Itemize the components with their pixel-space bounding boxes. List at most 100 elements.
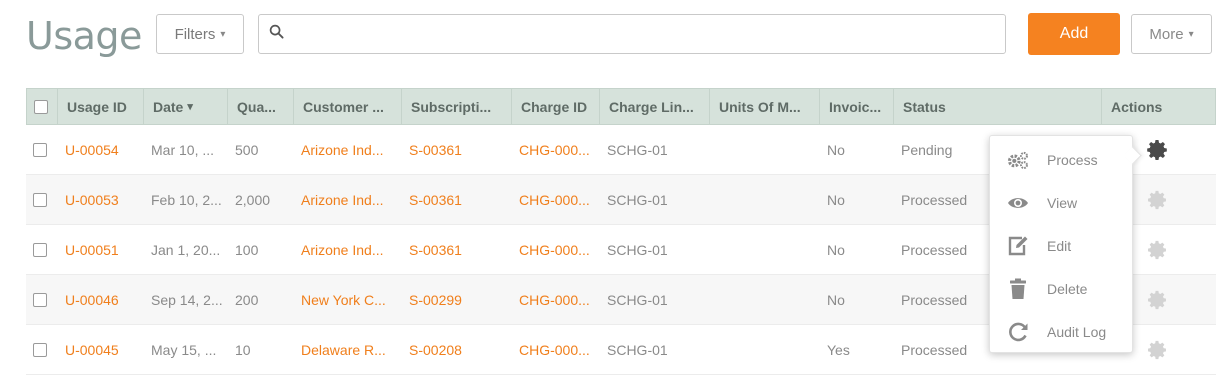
customer-link[interactable]: Arizone Ind...: [292, 175, 400, 224]
charge-line-cell: SCHG-01: [607, 241, 668, 258]
column-header-date-label: Date: [153, 98, 184, 115]
menu-item-audit-log[interactable]: Audit Log: [990, 310, 1134, 353]
charge-line-cell: SCHG-01: [607, 141, 668, 158]
usage-id-link[interactable]: U-00046: [56, 275, 142, 324]
row-checkbox[interactable]: [33, 142, 47, 157]
date-cell: May 15, ...: [151, 341, 217, 358]
toolbar: Usage Filters ▾ Add More ▾: [0, 0, 1230, 70]
subscription-link[interactable]: S-00361: [400, 125, 510, 174]
edit-icon: [1006, 234, 1030, 258]
charge-id-link[interactable]: CHG-000...: [510, 125, 598, 174]
column-header-units[interactable]: Units Of M...: [709, 89, 819, 124]
menu-item-label: Process: [1047, 151, 1098, 168]
add-button[interactable]: Add: [1028, 13, 1120, 55]
usage-id-link[interactable]: U-00053: [56, 175, 142, 224]
row-checkbox-cell[interactable]: [26, 225, 56, 274]
checkbox[interactable]: [34, 99, 48, 114]
menu-item-label: Delete: [1047, 280, 1088, 297]
column-header-status[interactable]: Status: [893, 89, 1101, 124]
invoiced-cell: No: [827, 291, 845, 308]
column-header-customer[interactable]: Customer ...: [293, 89, 401, 124]
quantity-cell: 100: [235, 241, 259, 258]
charge-id-link[interactable]: CHG-000...: [510, 275, 598, 324]
menu-item-edit[interactable]: Edit: [990, 224, 1134, 267]
column-header-actions: Actions: [1101, 89, 1215, 124]
page-title: Usage: [26, 14, 142, 58]
column-header-invoiced[interactable]: Invoic...: [819, 89, 893, 124]
column-header-charge-line[interactable]: Charge Lin...: [599, 89, 709, 124]
invoiced-cell: No: [827, 141, 845, 158]
history-icon: [1006, 320, 1030, 344]
invoiced-cell: Yes: [827, 341, 850, 358]
date-cell: Feb 10, 2...: [151, 191, 222, 208]
quantity-cell: 200: [235, 291, 259, 308]
row-checkbox[interactable]: [33, 342, 47, 357]
invoiced-cell: No: [827, 191, 845, 208]
select-all-checkbox[interactable]: [27, 89, 57, 124]
row-actions-gear-icon[interactable]: [1140, 225, 1174, 274]
eye-icon: [1006, 191, 1030, 215]
subscription-link[interactable]: S-00208: [400, 325, 510, 374]
row-actions-gear-icon[interactable]: [1140, 125, 1174, 174]
units-cell: [708, 275, 818, 324]
table-header: Usage ID Date ▾ Qua... Customer ... Subs…: [26, 88, 1216, 125]
filters-label: Filters: [174, 25, 216, 43]
row-actions-gear-icon[interactable]: [1140, 275, 1174, 324]
menu-item-label: View: [1047, 194, 1078, 211]
row-checkbox-cell[interactable]: [26, 175, 56, 224]
usage-id-link[interactable]: U-00051: [56, 225, 142, 274]
trash-icon: [1006, 277, 1030, 301]
menu-item-label: Audit Log: [1047, 323, 1107, 340]
customer-link[interactable]: Delaware R...: [292, 325, 400, 374]
subscription-link[interactable]: S-00361: [400, 175, 510, 224]
units-cell: [708, 175, 818, 224]
subscription-link[interactable]: S-00361: [400, 225, 510, 274]
row-actions-menu: Process View Edit Delete Audit Log: [989, 135, 1133, 353]
row-checkbox[interactable]: [33, 292, 47, 307]
column-header-subscription[interactable]: Subscripti...: [401, 89, 511, 124]
menu-item-view[interactable]: View: [990, 181, 1134, 224]
search-box[interactable]: [258, 14, 1006, 54]
caret-down-icon: ▾: [1188, 28, 1194, 40]
menu-item-delete[interactable]: Delete: [990, 267, 1134, 310]
date-cell: Jan 1, 20...: [151, 241, 221, 258]
charge-id-link[interactable]: CHG-000...: [510, 175, 598, 224]
search-input[interactable]: [292, 16, 1005, 52]
row-actions-gear-icon[interactable]: [1140, 325, 1174, 374]
row-checkbox-cell[interactable]: [26, 125, 56, 174]
date-cell: Mar 10, ...: [151, 141, 215, 158]
column-header-quantity[interactable]: Qua...: [227, 89, 293, 124]
filters-button[interactable]: Filters ▾: [156, 14, 244, 54]
charge-id-link[interactable]: CHG-000...: [510, 325, 598, 374]
row-checkbox[interactable]: [33, 242, 47, 257]
usage-id-link[interactable]: U-00045: [56, 325, 142, 374]
sort-desc-icon: ▾: [187, 101, 193, 113]
more-button[interactable]: More ▾: [1131, 14, 1212, 54]
charge-id-link[interactable]: CHG-000...: [510, 225, 598, 274]
row-actions-gear-icon[interactable]: [1140, 175, 1174, 224]
units-cell: [708, 325, 818, 374]
row-checkbox-cell[interactable]: [26, 275, 56, 324]
charge-line-cell: SCHG-01: [607, 191, 668, 208]
menu-item-process[interactable]: Process: [990, 138, 1134, 181]
quantity-cell: 10: [235, 341, 251, 358]
search-icon: [269, 24, 284, 44]
charge-line-cell: SCHG-01: [607, 291, 668, 308]
column-header-date[interactable]: Date ▾: [143, 89, 227, 124]
invoiced-cell: No: [827, 241, 845, 258]
customer-link[interactable]: Arizone Ind...: [292, 225, 400, 274]
usage-id-link[interactable]: U-00054: [56, 125, 142, 174]
column-header-usage-id[interactable]: Usage ID: [57, 89, 143, 124]
caret-down-icon: ▾: [220, 28, 226, 40]
column-header-charge-id[interactable]: Charge ID: [511, 89, 599, 124]
units-cell: [708, 125, 818, 174]
quantity-cell: 500: [235, 141, 259, 158]
menu-item-label: Edit: [1047, 237, 1072, 254]
charge-line-cell: SCHG-01: [607, 341, 668, 358]
customer-link[interactable]: New York C...: [292, 275, 400, 324]
customer-link[interactable]: Arizone Ind...: [292, 125, 400, 174]
date-cell: Sep 14, 2...: [151, 291, 223, 308]
row-checkbox-cell[interactable]: [26, 325, 56, 374]
row-checkbox[interactable]: [33, 192, 47, 207]
subscription-link[interactable]: S-00299: [400, 275, 510, 324]
